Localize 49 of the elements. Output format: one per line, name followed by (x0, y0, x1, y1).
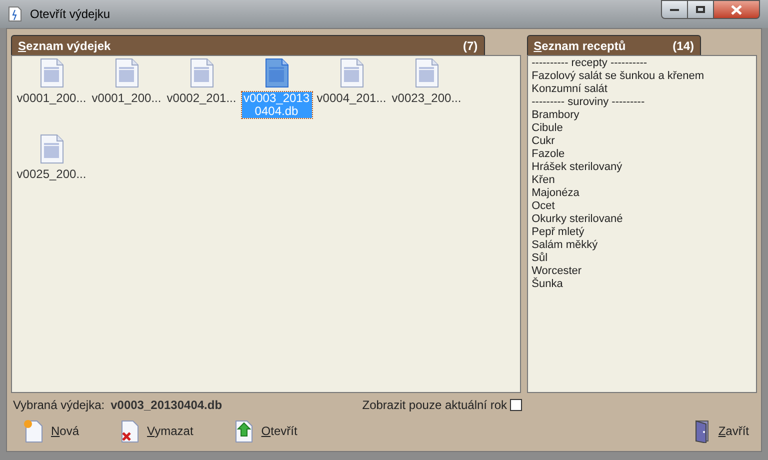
document-icon (264, 58, 290, 88)
list-item[interactable]: Pepř mletý (532, 226, 756, 239)
new-document-icon (23, 419, 45, 443)
list-item[interactable]: Cibule (532, 122, 756, 135)
file-item[interactable]: v0001_200... (14, 58, 89, 118)
app-icon (8, 6, 22, 22)
toolbar-button[interactable]: Nová (23, 419, 80, 443)
list-item[interactable]: Fazolový salát se šunkou a křenem (532, 70, 756, 83)
document-icon (414, 58, 440, 88)
selected-label: Vybraná výdejka: (13, 397, 105, 414)
file-item[interactable]: v0004_201... (314, 58, 389, 118)
year-checkbox[interactable] (510, 399, 522, 411)
document-icon (338, 58, 364, 88)
close-icon[interactable] (714, 0, 760, 19)
list-item[interactable]: Konzumní salát (532, 83, 756, 96)
list-item[interactable]: Salám měkký (532, 239, 756, 252)
document-icon (114, 58, 140, 88)
minimize-button[interactable] (661, 0, 688, 19)
selected-file-name: v0003_20130404.db (110, 397, 222, 414)
file-item[interactable]: v0025_200... (14, 134, 89, 181)
list-item[interactable]: Hrášek sterilovaný (532, 161, 756, 174)
toolbar-button[interactable]: Otevřít (233, 419, 298, 443)
delete-document-icon (119, 419, 142, 443)
document-icon (188, 58, 214, 88)
close-button[interactable]: Zavřít (694, 419, 749, 443)
list-item[interactable]: ---------- recepty ---------- (532, 57, 756, 70)
list-item[interactable]: Šunka (532, 278, 756, 291)
list-item[interactable]: Brambory (532, 109, 756, 122)
document-icon (38, 134, 64, 164)
maximize-button[interactable] (688, 0, 714, 19)
panel-tab[interactable]: Seznam výdejek (7) (11, 35, 485, 55)
toolbar-button[interactable]: Vymazat (119, 419, 194, 443)
file-item[interactable]: v0023_200... (389, 58, 464, 118)
list-item[interactable]: Křen (532, 174, 756, 187)
list-item[interactable]: Fazole (532, 148, 756, 161)
list-item[interactable]: Worcester (532, 265, 756, 278)
file-item[interactable]: v0002_201... (164, 58, 239, 118)
list-item[interactable]: Sůl (532, 252, 756, 265)
list-item[interactable]: Ocet (532, 200, 756, 213)
list-item[interactable]: Cukr (532, 135, 756, 148)
file-item[interactable]: v0001_200... (89, 58, 164, 118)
list-item[interactable]: Majonéza (532, 187, 756, 200)
open-document-icon (233, 419, 256, 443)
panel-tab[interactable]: Seznam receptů (14) (526, 35, 701, 55)
window-title: Otevřít výdejku (30, 6, 110, 23)
document-icon (38, 58, 64, 88)
list-item[interactable]: Okurky sterilované (532, 213, 756, 226)
list-item[interactable]: --------- suroviny --------- (532, 96, 756, 109)
checkbox-label: Zobrazit pouze aktuální rok (362, 397, 507, 414)
